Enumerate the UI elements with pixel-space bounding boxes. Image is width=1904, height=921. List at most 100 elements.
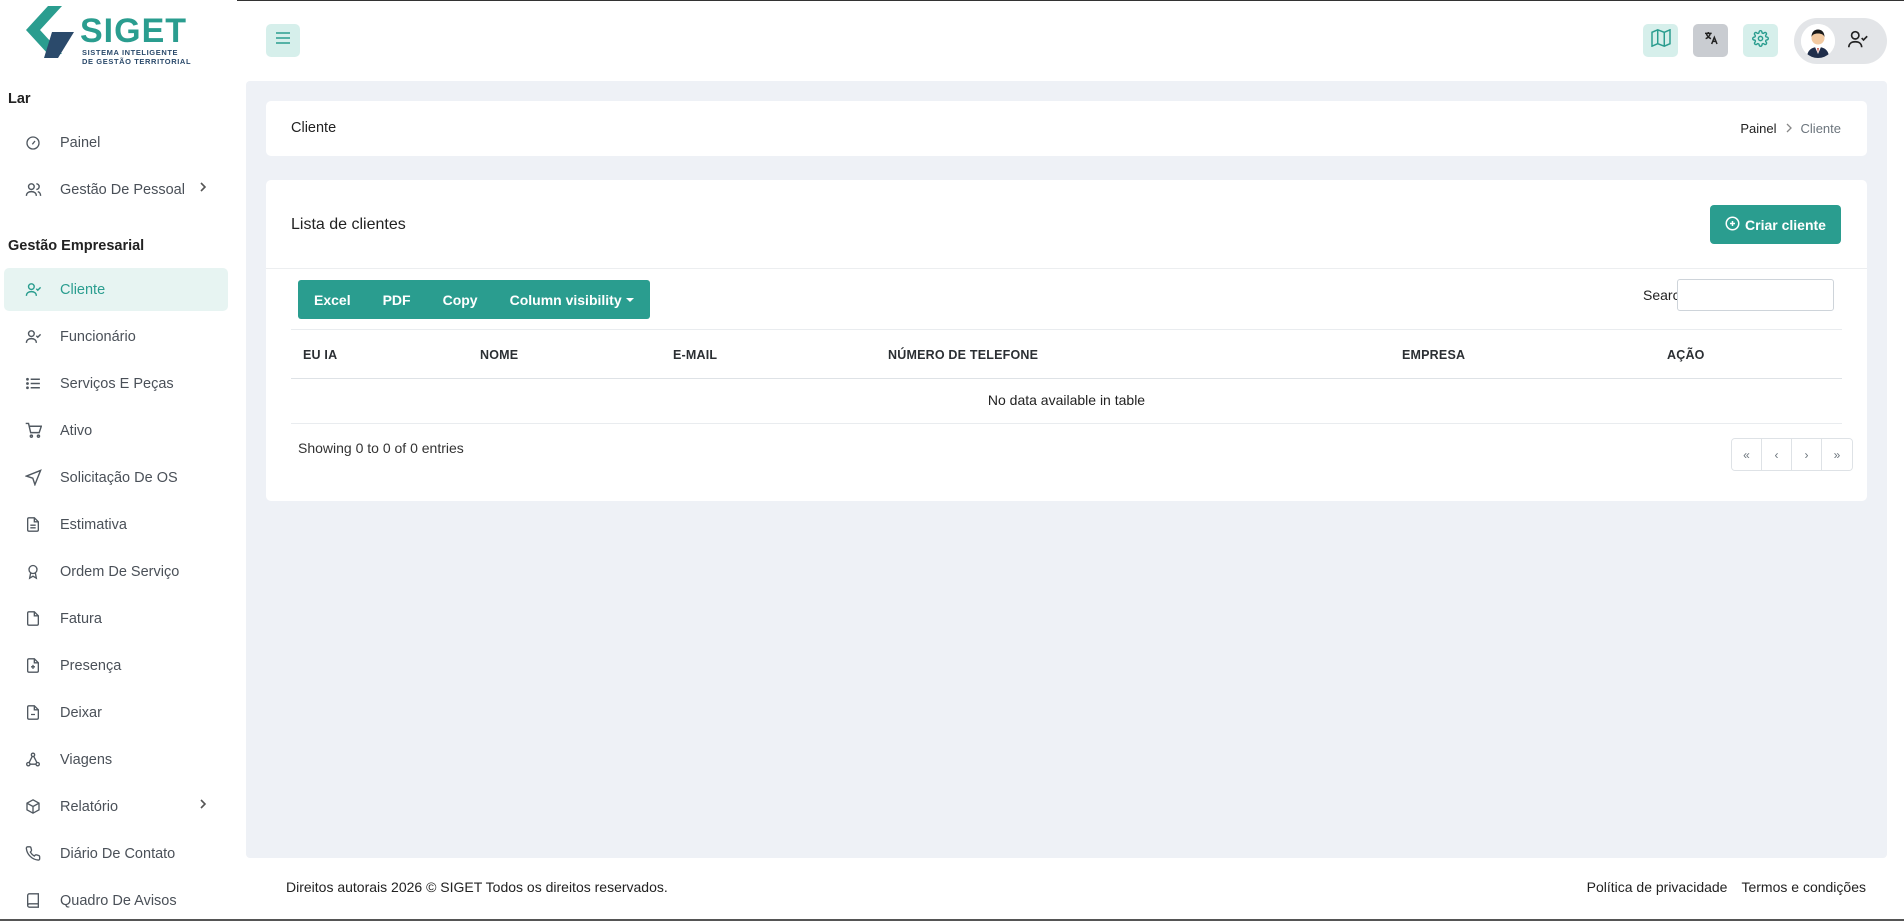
user-check-icon bbox=[1847, 28, 1869, 55]
privacy-policy-link[interactable]: Política de privacidade bbox=[1587, 879, 1728, 895]
award-icon bbox=[24, 563, 42, 581]
file-plus-icon bbox=[24, 657, 42, 675]
file-text-icon bbox=[24, 516, 42, 534]
phone-icon bbox=[24, 845, 42, 863]
sidebar-item-label: Quadro De Avisos bbox=[60, 892, 177, 909]
entries-info: Showing 0 to 0 of 0 entries bbox=[298, 440, 464, 456]
sidebar-item-fatura[interactable]: Fatura bbox=[4, 597, 228, 640]
pagination-first-button[interactable]: « bbox=[1732, 439, 1762, 470]
pagination: « ‹ › » bbox=[1731, 438, 1853, 471]
plus-circle-icon bbox=[1725, 216, 1740, 234]
sidebar-item-label: Presença bbox=[60, 657, 122, 674]
nav-section-lar: Lar bbox=[8, 91, 31, 107]
book-icon bbox=[24, 892, 42, 910]
avatar bbox=[1801, 24, 1835, 58]
sidebar: SIGET SISTEMA INTELIGENTE DE GESTÃO TERR… bbox=[0, 0, 237, 921]
sidebar-item-relatorio[interactable]: Relatório bbox=[4, 785, 228, 828]
sidebar-item-label: Deixar bbox=[60, 704, 102, 721]
sidebar-item-painel[interactable]: Painel bbox=[4, 121, 228, 164]
breadcrumb-current: Cliente bbox=[1800, 121, 1841, 136]
file-icon bbox=[24, 610, 42, 628]
sidebar-item-label: Ordem De Serviço bbox=[60, 563, 180, 580]
create-client-button[interactable]: Criar cliente bbox=[1710, 205, 1841, 244]
pagination-prev-button[interactable]: ‹ bbox=[1762, 439, 1792, 470]
copy-button[interactable]: Copy bbox=[427, 280, 494, 319]
sidebar-item-presenca[interactable]: Presença bbox=[4, 644, 228, 687]
pagination-last-button[interactable]: » bbox=[1822, 439, 1852, 470]
client-list-card: Lista de clientes Criar cliente Excel PD… bbox=[266, 180, 1867, 501]
sidebar-item-label: Diário De Contato bbox=[60, 845, 176, 862]
send-icon bbox=[24, 469, 42, 487]
search-input[interactable] bbox=[1677, 279, 1834, 311]
user-check-icon bbox=[24, 328, 42, 346]
footer-copyright: Direitos autorais 2026 © SIGET Todos os … bbox=[286, 879, 668, 895]
box-icon bbox=[24, 798, 42, 816]
gear-icon bbox=[1752, 29, 1769, 52]
pdf-button[interactable]: PDF bbox=[367, 280, 427, 319]
sidebar-item-servicos-e-pecas[interactable]: Serviços E Peças bbox=[4, 362, 228, 405]
create-client-label: Criar cliente bbox=[1745, 216, 1826, 233]
user-check-icon bbox=[24, 281, 42, 299]
sidebar-item-cliente[interactable]: Cliente bbox=[4, 268, 228, 311]
sidebar-item-estimativa[interactable]: Estimativa bbox=[4, 503, 228, 546]
cart-icon bbox=[24, 422, 42, 440]
main-content: Cliente Painel Cliente Lista de clientes… bbox=[246, 81, 1887, 858]
column-header-empresa[interactable]: EMPRESA bbox=[1402, 348, 1465, 362]
caret-down-icon bbox=[625, 297, 634, 302]
users-icon bbox=[24, 181, 42, 199]
sidebar-item-label: Viagens bbox=[60, 751, 113, 768]
sidebar-item-funcionario[interactable]: Funcionário bbox=[4, 315, 228, 358]
excel-button[interactable]: Excel bbox=[298, 280, 367, 319]
logo-name: SIGET bbox=[80, 12, 188, 50]
terms-link[interactable]: Termos e condições bbox=[1741, 879, 1866, 895]
footer-links: Política de privacidade Termos e condiçõ… bbox=[1587, 879, 1866, 895]
sidebar-item-label: Solicitação De OS bbox=[60, 469, 178, 486]
column-header-id[interactable]: EU IA bbox=[303, 348, 337, 362]
translate-icon bbox=[1703, 30, 1719, 51]
column-header-acao[interactable]: AÇÃO bbox=[1667, 348, 1705, 362]
sidebar-item-quadro-de-avisos[interactable]: Quadro De Avisos bbox=[4, 879, 228, 921]
sidebar-item-label: Serviços E Peças bbox=[60, 375, 174, 392]
chevron-right-icon bbox=[1785, 121, 1793, 136]
sidebar-item-label: Ativo bbox=[60, 422, 93, 439]
page-title: Cliente bbox=[291, 120, 337, 136]
breadcrumb: Painel Cliente bbox=[1740, 121, 1841, 136]
hamburger-icon bbox=[275, 31, 291, 50]
logo-tagline: SISTEMA INTELIGENTE DE GESTÃO TERRITORIA… bbox=[82, 48, 192, 66]
sidebar-item-label: Relatório bbox=[60, 798, 119, 815]
column-header-nome[interactable]: NOME bbox=[480, 348, 518, 362]
settings-button[interactable] bbox=[1743, 24, 1778, 57]
column-header-telefone[interactable]: NÚMERO DE TELEFONE bbox=[888, 348, 1038, 362]
sidebar-item-label: Gestão De Pessoal bbox=[60, 181, 185, 198]
sidebar-item-gestao-de-pessoal[interactable]: Gestão De Pessoal bbox=[4, 168, 228, 211]
chevron-right-icon bbox=[198, 798, 208, 814]
table-header: EU IA NOME E-MAIL NÚMERO DE TELEFONE EMP… bbox=[291, 329, 1842, 379]
sidebar-item-ordem-de-servico[interactable]: Ordem De Serviço bbox=[4, 550, 228, 593]
sidebar-item-label: Painel bbox=[60, 134, 101, 151]
sidebar-item-ativo[interactable]: Ativo bbox=[4, 409, 228, 452]
dashboard-icon bbox=[24, 134, 42, 152]
list-icon bbox=[24, 375, 42, 393]
logo[interactable]: SIGET SISTEMA INTELIGENTE DE GESTÃO TERR… bbox=[26, 6, 206, 66]
breadcrumb-home-link[interactable]: Painel bbox=[1740, 121, 1776, 136]
sidebar-item-diario-de-contato[interactable]: Diário De Contato bbox=[4, 832, 228, 875]
sidebar-item-solicitacao-de-os[interactable]: Solicitação De OS bbox=[4, 456, 228, 499]
pagination-next-button[interactable]: › bbox=[1792, 439, 1822, 470]
map-button[interactable] bbox=[1643, 24, 1678, 57]
sidebar-item-deixar[interactable]: Deixar bbox=[4, 691, 228, 734]
sidebar-item-viagens[interactable]: Viagens bbox=[4, 738, 228, 781]
sidebar-item-label: Cliente bbox=[60, 281, 106, 298]
logo-mark-icon bbox=[26, 6, 74, 58]
empty-table-message: No data available in table bbox=[291, 379, 1842, 424]
language-button[interactable] bbox=[1693, 24, 1728, 57]
page-header-card: Cliente Painel Cliente bbox=[266, 101, 1867, 156]
user-menu[interactable] bbox=[1794, 18, 1887, 64]
file-minus-icon bbox=[24, 704, 42, 722]
column-visibility-button[interactable]: Column visibility bbox=[494, 280, 650, 319]
nav-section-gestao-empresarial: Gestão Empresarial bbox=[8, 238, 145, 254]
column-header-email[interactable]: E-MAIL bbox=[673, 348, 717, 362]
sidebar-item-label: Fatura bbox=[60, 610, 102, 627]
menu-toggle-button[interactable] bbox=[266, 24, 300, 57]
sidebar-item-label: Estimativa bbox=[60, 516, 127, 533]
map-icon bbox=[1650, 28, 1671, 52]
